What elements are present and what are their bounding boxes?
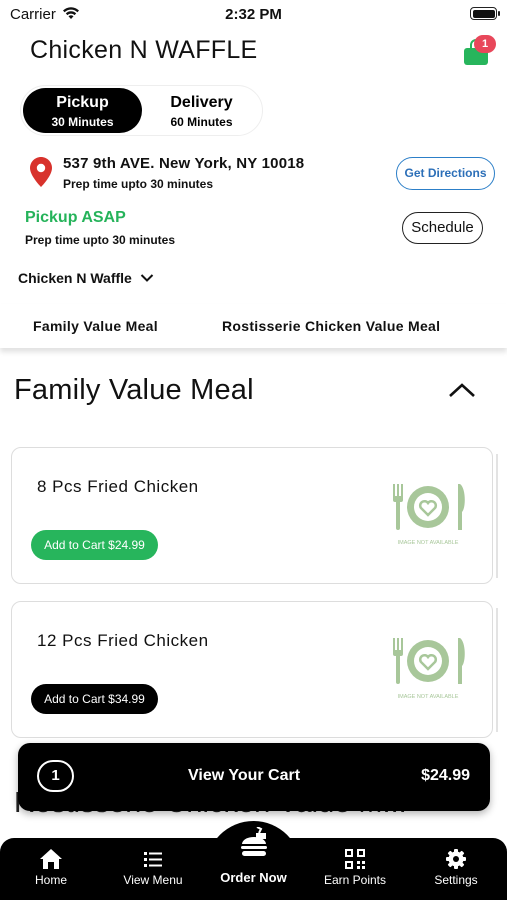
battery-icon: [470, 7, 500, 20]
add-to-cart-button[interactable]: Add to Cart $24.99: [31, 530, 158, 560]
delivery-time: 60 Minutes: [170, 115, 233, 129]
tab-settings-label: Settings: [434, 873, 478, 887]
tab-family-value-meal[interactable]: Family Value Meal: [33, 318, 158, 334]
page-title: Chicken N WAFFLE: [30, 36, 258, 64]
list-icon: [144, 852, 162, 867]
image-not-available-icon: IMAGE NOT AVAILABLE: [393, 484, 465, 546]
order-mode-toggle: Pickup 30 Minutes Delivery 60 Minutes: [20, 85, 263, 136]
cart-count-badge: 1: [474, 35, 496, 53]
view-cart-bar[interactable]: 1 View Your Cart $24.99: [18, 743, 490, 811]
menu-item-card[interactable]: 12 Pcs Fried Chicken Add to Cart $34.99 …: [11, 601, 498, 738]
pickup-option[interactable]: Pickup 30 Minutes: [23, 88, 142, 133]
tab-view-menu-label: View Menu: [123, 873, 183, 887]
pickup-prep-time: Prep time upto 30 minutes: [25, 233, 176, 247]
image-not-available-icon: IMAGE NOT AVAILABLE: [393, 638, 465, 700]
item-name: 12 Pcs Fried Chicken: [37, 631, 209, 650]
store-address: 537 9th AVE. New York, NY 10018: [63, 155, 305, 172]
tab-home-label: Home: [34, 873, 67, 887]
address-prep-time: Prep time upto 30 minutes: [63, 177, 214, 191]
clock: 2:32 PM: [225, 6, 282, 23]
tab-earn-points[interactable]: Earn Points: [310, 848, 400, 887]
tab-view-menu[interactable]: View Menu: [108, 848, 198, 887]
menu-item-card[interactable]: 8 Pcs Fried Chicken Add to Cart $24.99 I…: [11, 447, 498, 584]
pickup-asap-label: Pickup ASAP: [25, 209, 126, 226]
schedule-button[interactable]: Schedule: [402, 212, 483, 244]
delivery-option[interactable]: Delivery 60 Minutes: [142, 88, 261, 133]
tab-settings[interactable]: Settings: [411, 848, 501, 887]
qr-code-icon: [345, 849, 365, 869]
tab-rostisserie-chicken[interactable]: Rostisserie Chicken Value Meal: [222, 318, 440, 334]
cart-total: $24.99: [421, 767, 470, 784]
tab-order-now-label: Order Now: [220, 870, 287, 885]
chevron-down-icon[interactable]: [140, 271, 154, 285]
tab-earn-points-label: Earn Points: [323, 873, 387, 887]
delivery-label: Delivery: [170, 94, 233, 111]
view-cart-label: View Your Cart: [188, 767, 301, 784]
home-icon: [40, 849, 62, 869]
store-selector[interactable]: Chicken N Waffle: [18, 270, 132, 286]
gear-icon: [446, 849, 466, 869]
item-name: 8 Pcs Fried Chicken: [37, 477, 199, 496]
image-caption: IMAGE NOT AVAILABLE: [398, 694, 459, 700]
cart-item-count: 1: [37, 760, 74, 792]
pickup-time: 30 Minutes: [51, 115, 114, 129]
chevron-up-icon[interactable]: [448, 381, 476, 399]
section-title: Family Value Meal: [14, 374, 254, 406]
get-directions-button[interactable]: Get Directions: [396, 157, 495, 190]
add-to-cart-button[interactable]: Add to Cart $34.99: [31, 684, 158, 714]
image-caption: IMAGE NOT AVAILABLE: [398, 540, 459, 546]
location-pin-icon: [30, 157, 52, 187]
category-tabs: Family Value Meal Rostisserie Chicken Va…: [0, 304, 507, 348]
pickup-label: Pickup: [56, 94, 109, 111]
tab-home[interactable]: Home: [6, 848, 96, 887]
tab-order-now[interactable]: Order Now: [206, 826, 301, 885]
burger-drink-icon: [240, 826, 267, 856]
status-bar: Carrier 2:32 PM: [0, 0, 507, 28]
